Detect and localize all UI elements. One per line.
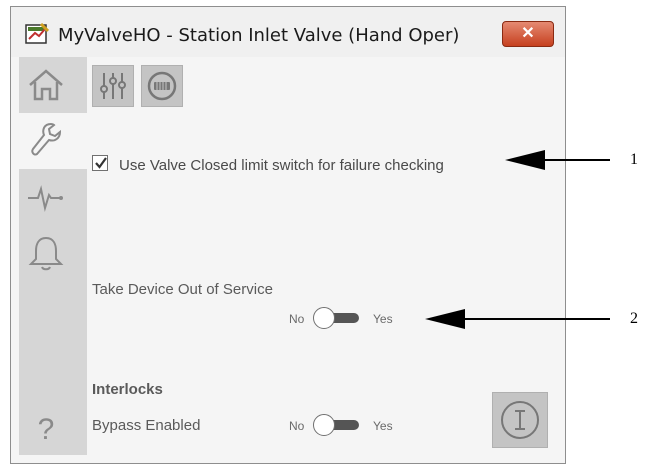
- callout-arrow-2: [425, 309, 465, 329]
- callout-arrow-1: [505, 150, 545, 170]
- callout-2: 2: [630, 310, 638, 327]
- callout-1: 1: [630, 151, 638, 168]
- callout-arrows: [425, 150, 610, 329]
